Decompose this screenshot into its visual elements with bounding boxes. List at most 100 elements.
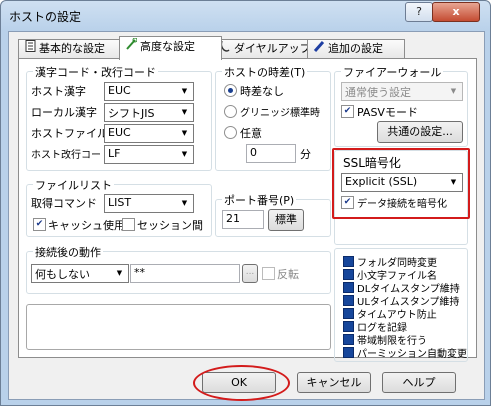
cache-label: キャッシュ使用 (48, 219, 125, 232)
tab-advanced[interactable]: 高度な設定 (119, 36, 222, 60)
chevron-down-icon: ▼ (181, 199, 188, 207)
option-checkbox[interactable] (343, 269, 354, 280)
timediff-gmt-label: グリニッジ標準時 (240, 108, 320, 119)
port-group: ポート番号(P) 21 標準 (215, 192, 331, 237)
filelist-group: ファイルリスト 取得コマンド LIST ▼ ✔ キャッシュ使用 セッション間 (26, 177, 212, 237)
tab-extra[interactable]: 追加の設定 (307, 39, 405, 59)
chevron-down-icon: ▼ (181, 87, 188, 95)
ssl-group: SSL暗号化 Explicit (SSL) ▼ ✔ データ接続を暗号化 (332, 148, 470, 245)
firewall-mode-select[interactable]: 通常使う設定 ▼ (341, 82, 463, 101)
common-settings-button[interactable]: 共通の設定... (377, 121, 463, 143)
host-filename-select[interactable]: EUC ▼ (104, 124, 194, 143)
filelist-legend: ファイルリスト (33, 177, 114, 193)
browse-button[interactable]: ... (242, 264, 258, 283)
option-label: パーミッション自動変更 (357, 349, 467, 360)
port-value: 21 (226, 212, 240, 225)
cache-checkbox[interactable]: ✔ (33, 218, 46, 231)
host-newline-label: ホスト改行コード (31, 150, 111, 161)
host-newline-value: LF (108, 147, 121, 160)
host-filename-value: EUC (108, 126, 131, 139)
chevron-down-icon: ▼ (450, 178, 457, 186)
timediff-group: ホストの時差(T) 時差なし グリニッジ標準時 任意 0 分 (215, 64, 331, 171)
port-legend: ポート番号(P) (222, 192, 297, 208)
window-title: ホストの設定 (9, 10, 82, 24)
firewall-legend: ファイアーウォール (341, 64, 444, 80)
help-button[interactable]: ヘルプ (382, 372, 456, 393)
wrench-icon (124, 37, 138, 57)
local-kanji-select[interactable]: シフトJIS ▼ (104, 103, 194, 122)
title-bar: ホストの設定 ? x (1, 1, 490, 31)
option-checkbox[interactable] (343, 347, 354, 358)
ssl-mode-select[interactable]: Explicit (SSL) ▼ (341, 173, 463, 192)
host-newline-select[interactable]: LF ▼ (104, 145, 194, 164)
after-path-input[interactable]: ** (130, 264, 240, 283)
after-connect-group: 接続後の動作 何もしない ▼ ** ... 反転 (26, 244, 331, 294)
tab-dialup-label: ダイヤルアップ (234, 42, 311, 55)
advanced-panel: 漢字コード・改行コード ホスト漢字 EUC ▼ ローカル漢字 シフトJIS ▼ … (18, 58, 477, 362)
option-checkbox[interactable] (343, 256, 354, 267)
ssl-encrypt-checkbox[interactable]: ✔ (341, 196, 354, 209)
host-kanji-label: ホスト漢字 (31, 85, 86, 98)
host-kanji-value: EUC (108, 84, 131, 97)
list-command-value: LIST (108, 196, 132, 209)
firewall-group: ファイアーウォール 通常使う設定 ▼ ✔ PASVモード 共通の設定... (334, 64, 468, 147)
pasv-checkbox[interactable]: ✔ (341, 105, 354, 118)
options-group: フォルダ同時変更 小文字ファイル名 DLタイムスタンプ維持 ULタイムスタンプ維持 タイ… (334, 248, 468, 362)
after-action-value: 何もしない (35, 268, 90, 281)
option-checkbox[interactable] (343, 321, 354, 332)
chevron-down-icon: ▼ (450, 87, 457, 95)
cancel-button[interactable]: キャンセル (297, 372, 371, 393)
session-label: セッション間 (137, 219, 203, 232)
chevron-down-icon: ▼ (181, 108, 188, 116)
local-kanji-value: シフトJIS (108, 107, 155, 120)
after-path-value: ** (134, 266, 145, 279)
after-connect-legend: 接続後の動作 (33, 244, 103, 260)
option-checkbox[interactable] (343, 295, 354, 306)
timediff-none-label: 時差なし (240, 85, 284, 98)
port-standard-button[interactable]: 標準 (268, 209, 304, 231)
option-checkbox[interactable] (343, 282, 354, 293)
ssl-legend: SSL暗号化 (343, 156, 401, 170)
kanji-group: 漢字コード・改行コード ホスト漢字 EUC ▼ ローカル漢字 シフトJIS ▼ … (26, 64, 212, 171)
timediff-none-radio[interactable] (224, 84, 237, 97)
dialog-client: 基本的な設定 高度な設定 ダイヤルアップ 追加の設定 漢字コード・改行コード ホ… (8, 31, 485, 401)
chevron-down-icon: ▼ (116, 269, 123, 277)
timediff-legend: ホストの時差(T) (222, 64, 308, 80)
host-kanji-select[interactable]: EUC ▼ (104, 82, 194, 101)
pencil-icon (312, 40, 326, 58)
after-action-select[interactable]: 何もしない ▼ (31, 264, 129, 283)
option-checkbox[interactable] (343, 308, 354, 319)
option-checkbox[interactable] (343, 334, 354, 345)
tab-dialup[interactable]: ダイヤルアップ (213, 39, 313, 59)
pasv-label: PASVモード (357, 106, 418, 119)
tab-basic-label: 基本的な設定 (39, 42, 105, 55)
reverse-checkbox[interactable] (262, 267, 275, 280)
local-kanji-label: ローカル漢字 (31, 106, 97, 119)
chevron-down-icon: ▼ (181, 129, 188, 137)
timediff-minutes-input[interactable]: 0 (246, 144, 296, 163)
chevron-down-icon: ▼ (181, 150, 188, 158)
dialog-window: ホストの設定 ? x 基本的な設定 高度な設定 ダイヤルアップ 追加の設定 漢字… (0, 0, 491, 406)
tab-extra-label: 追加の設定 (328, 42, 383, 55)
timediff-any-label: 任意 (240, 127, 262, 140)
ssl-mode-value: Explicit (SSL) (345, 175, 418, 188)
port-input[interactable]: 21 (222, 210, 264, 229)
close-button[interactable]: x (432, 2, 480, 22)
ssl-encrypt-label: データ接続を暗号化 (357, 199, 447, 210)
command-area (26, 304, 331, 350)
tab-basic[interactable]: 基本的な設定 (18, 39, 128, 59)
timediff-minutes-value: 0 (250, 146, 257, 159)
timediff-any-radio[interactable] (224, 126, 237, 139)
help-title-button[interactable]: ? (405, 2, 433, 22)
kanji-legend: 漢字コード・改行コード (33, 64, 158, 80)
document-icon (23, 40, 37, 58)
firewall-mode-value: 通常使う設定 (345, 86, 411, 99)
timediff-unit-label: 分 (300, 148, 311, 161)
reverse-label: 反転 (277, 268, 299, 281)
tab-advanced-label: 高度な設定 (140, 40, 195, 53)
list-command-label: 取得コマンド (31, 197, 97, 210)
timediff-gmt-radio[interactable] (224, 105, 237, 118)
list-command-select[interactable]: LIST ▼ (104, 194, 194, 213)
session-checkbox[interactable] (122, 218, 135, 231)
ok-highlight (193, 365, 290, 401)
